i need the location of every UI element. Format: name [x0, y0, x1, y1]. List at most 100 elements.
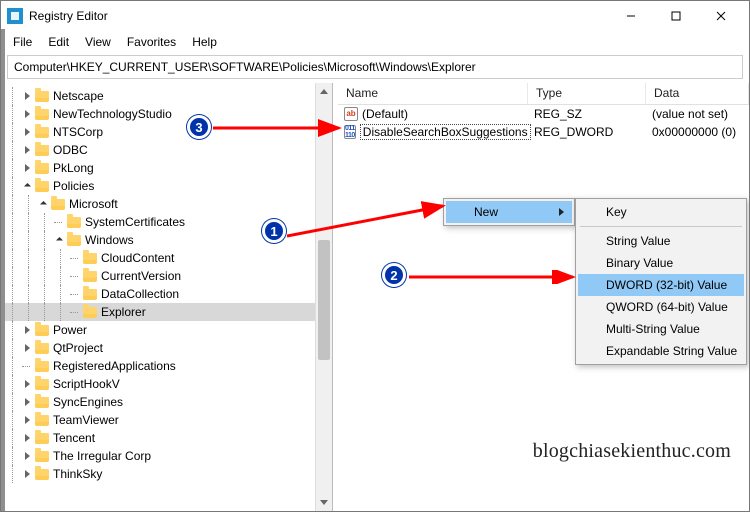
- chevron-right-icon[interactable]: [21, 468, 33, 480]
- tree-item[interactable]: DataCollection: [5, 285, 332, 303]
- tree-item-label: QtProject: [53, 341, 103, 355]
- tree-item[interactable]: The Irregular Corp: [5, 447, 332, 465]
- tree-item[interactable]: ScriptHookV: [5, 375, 332, 393]
- tree-item-label: SystemCertificates: [85, 215, 185, 229]
- folder-icon: [35, 433, 49, 444]
- annotation-arrow-2: [409, 270, 585, 284]
- chevron-right-icon[interactable]: [21, 378, 33, 390]
- tree-item[interactable]: Explorer: [5, 303, 332, 321]
- tree-item[interactable]: TeamViewer: [5, 411, 332, 429]
- context-item[interactable]: Expandable String Value: [578, 340, 744, 362]
- tree-item[interactable]: PkLong: [5, 159, 332, 177]
- menu-help[interactable]: Help: [184, 33, 225, 51]
- tree-item[interactable]: CloudContent: [5, 249, 332, 267]
- context-item[interactable]: Key: [578, 201, 744, 223]
- annotation-badge-1: 1: [262, 219, 286, 243]
- tree-item[interactable]: QtProject: [5, 339, 332, 357]
- menu-view[interactable]: View: [77, 33, 119, 51]
- context-item[interactable]: DWORD (32-bit) Value: [578, 274, 744, 296]
- address-bar[interactable]: Computer\HKEY_CURRENT_USER\SOFTWARE\Poli…: [7, 55, 743, 79]
- tree-item-label: Microsoft: [69, 197, 118, 211]
- chevron-right-icon[interactable]: [21, 414, 33, 426]
- tree-item[interactable]: CurrentVersion: [5, 267, 332, 285]
- scroll-down-button[interactable]: [316, 494, 332, 511]
- column-name[interactable]: Name: [338, 83, 528, 104]
- tree-indent: [5, 357, 21, 375]
- tree-indent: [5, 429, 21, 447]
- value-type: REG_SZ: [528, 107, 646, 121]
- tree-connector: [53, 216, 65, 228]
- chevron-right-icon[interactable]: [21, 432, 33, 444]
- folder-icon: [35, 325, 49, 336]
- tree-item[interactable]: ThinkSky: [5, 465, 332, 483]
- context-submenu[interactable]: Key String ValueBinary ValueDWORD (32-bit…: [575, 198, 747, 365]
- chevron-right-icon[interactable]: [21, 144, 33, 156]
- annotation-arrow-1: [287, 196, 455, 246]
- chevron-right-icon[interactable]: [21, 90, 33, 102]
- tree-item[interactable]: Netscape: [5, 87, 332, 105]
- menu-edit[interactable]: Edit: [40, 33, 77, 51]
- tree-item[interactable]: RegisteredApplications: [5, 357, 332, 375]
- tree-indent: [37, 267, 53, 285]
- tree-item-label: ScriptHookV: [53, 377, 120, 391]
- context-item-new[interactable]: New: [446, 201, 572, 223]
- tree-indent: [37, 231, 53, 249]
- chevron-down-icon[interactable]: [37, 198, 49, 210]
- tree-item-label: CurrentVersion: [101, 269, 181, 283]
- chevron-right-icon[interactable]: [21, 162, 33, 174]
- tree-indent: [21, 213, 37, 231]
- scroll-thumb[interactable]: [318, 240, 330, 360]
- tree-item[interactable]: Tencent: [5, 429, 332, 447]
- chevron-right-icon[interactable]: [21, 108, 33, 120]
- list-row[interactable]: 011 110DisableSearchBoxSuggestionsREG_DW…: [338, 123, 749, 141]
- folder-icon: [35, 469, 49, 480]
- tree-scrollbar[interactable]: [315, 83, 332, 511]
- tree-indent: [5, 447, 21, 465]
- chevron-down-icon[interactable]: [53, 234, 65, 246]
- tree-indent: [53, 285, 69, 303]
- menu-favorites[interactable]: Favorites: [119, 33, 184, 51]
- tree-indent: [21, 285, 37, 303]
- tree-item[interactable]: Policies: [5, 177, 332, 195]
- chevron-right-icon[interactable]: [21, 126, 33, 138]
- column-data[interactable]: Data: [646, 83, 749, 104]
- minimize-button[interactable]: [608, 1, 653, 31]
- folder-icon: [83, 271, 97, 282]
- tree-pane[interactable]: NetscapeNewTechnologyStudioNTSCorpODBCPk…: [1, 83, 333, 511]
- annotation-arrow-3: [213, 119, 353, 137]
- tree-indent: [5, 105, 21, 123]
- maximize-button[interactable]: [653, 1, 698, 31]
- column-type[interactable]: Type: [528, 83, 646, 104]
- tree-item[interactable]: SyncEngines: [5, 393, 332, 411]
- close-button[interactable]: [698, 1, 743, 31]
- scroll-up-button[interactable]: [316, 83, 332, 100]
- context-item[interactable]: QWORD (64-bit) Value: [578, 296, 744, 318]
- chevron-down-icon[interactable]: [21, 180, 33, 192]
- value-name: (Default): [362, 107, 408, 121]
- context-item[interactable]: Multi-String Value: [578, 318, 744, 340]
- list-row[interactable]: ab(Default)REG_SZ(value not set): [338, 105, 749, 123]
- tree-indent: [5, 231, 21, 249]
- chevron-right-icon[interactable]: [21, 342, 33, 354]
- tree-item[interactable]: ODBC: [5, 141, 332, 159]
- context-item-label: New: [474, 205, 498, 219]
- window-controls: [608, 1, 743, 31]
- menu-file[interactable]: File: [5, 33, 40, 51]
- chevron-right-icon[interactable]: [21, 396, 33, 408]
- context-item[interactable]: Binary Value: [578, 252, 744, 274]
- chevron-right-icon[interactable]: [21, 324, 33, 336]
- tree-item[interactable]: Power: [5, 321, 332, 339]
- tree-item-label: NTSCorp: [53, 125, 103, 139]
- tree-indent: [21, 195, 37, 213]
- chevron-right-icon[interactable]: [21, 450, 33, 462]
- folder-icon: [35, 379, 49, 390]
- menu-separator: [580, 226, 742, 227]
- value-name-editing[interactable]: DisableSearchBoxSuggestions: [360, 124, 531, 140]
- context-menu[interactable]: New: [443, 198, 575, 226]
- folder-icon: [67, 217, 81, 228]
- context-item[interactable]: String Value: [578, 230, 744, 252]
- tree-indent: [21, 267, 37, 285]
- tree-item-label: DataCollection: [101, 287, 179, 301]
- tree-item[interactable]: Microsoft: [5, 195, 332, 213]
- list-header: Name Type Data: [338, 83, 749, 105]
